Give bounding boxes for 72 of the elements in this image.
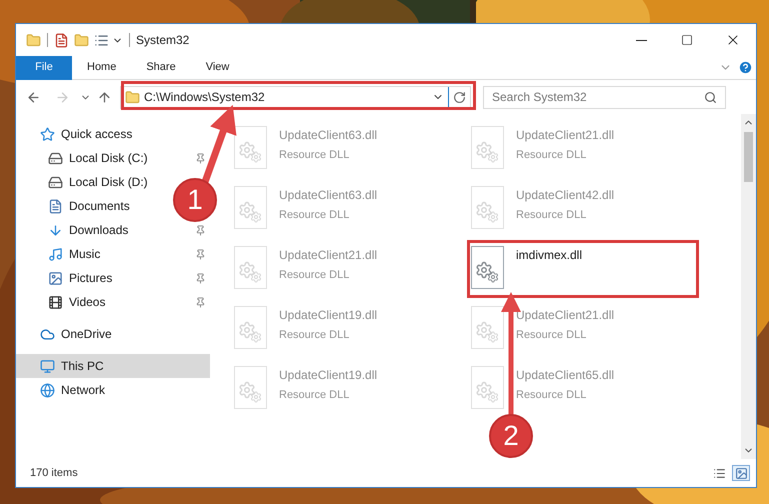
pin-icon[interactable] (195, 152, 206, 164)
document-icon (48, 198, 63, 214)
back-icon[interactable] (26, 90, 41, 104)
nav-item[interactable]: Local Disk (D:) (16, 170, 152, 194)
file-type: Resource DLL (516, 148, 588, 163)
file-type: Resource DLL (279, 268, 350, 283)
file-name[interactable]: imdivmex.dll (516, 246, 582, 264)
hard-drive-icon (48, 150, 63, 166)
dll-file-icon (471, 306, 504, 349)
file-type: Resource DLL (279, 328, 350, 343)
item-count: 170 items (30, 466, 78, 481)
details-icon (712, 466, 726, 480)
dll-file-icon (471, 366, 504, 409)
nav-item[interactable]: This PC (16, 354, 210, 378)
nav-item[interactable]: Videos (16, 290, 110, 314)
nav-item[interactable]: Quick access (16, 122, 136, 146)
dll-file-icon (234, 186, 267, 229)
file-type: Resource DLL (279, 208, 350, 223)
nav-item[interactable]: OneDrive (16, 322, 116, 346)
search-icon[interactable] (704, 90, 717, 104)
file-type: Resource DLL (279, 148, 350, 163)
properties-icon[interactable] (54, 32, 69, 48)
nav-item[interactable]: Downloads (16, 218, 132, 242)
scroll-thumb[interactable] (744, 132, 753, 182)
new-folder-icon[interactable] (74, 32, 89, 48)
music-note-icon (48, 246, 63, 262)
dll-file-icon (234, 306, 267, 349)
scrollbar[interactable] (741, 114, 756, 459)
nav-item[interactable]: Network (16, 378, 110, 402)
file-type: Resource DLL (516, 208, 588, 223)
file-type: Resource DLL (516, 388, 588, 403)
search-field[interactable]: Search System32 (484, 86, 704, 108)
large-icons-view-button[interactable] (732, 465, 750, 481)
ribbon-tab[interactable]: View (190, 56, 244, 80)
dll-file-icon (234, 246, 267, 289)
address-path: C:\Windows\System32 (144, 89, 265, 106)
file-type: Resource DLL (279, 388, 350, 403)
dll-file-icon (471, 186, 504, 229)
help-icon[interactable] (738, 60, 753, 75)
pin-icon[interactable] (195, 224, 206, 236)
pin-icon[interactable] (195, 248, 206, 260)
cloud-icon (40, 326, 55, 342)
ribbon-tab[interactable]: Share (131, 56, 191, 80)
window-title: System32 (136, 32, 190, 49)
dll-file-icon (234, 126, 267, 169)
search-box[interactable]: Search System32 (483, 86, 726, 108)
dll-file-icon (471, 246, 504, 289)
dll-file-icon (471, 126, 504, 169)
pin-icon[interactable] (195, 296, 206, 308)
down-arrow-icon (48, 222, 63, 238)
dll-file-icon (234, 366, 267, 409)
folder-icon (125, 90, 140, 104)
globe-icon (40, 382, 55, 398)
film-icon (48, 294, 63, 310)
star-icon (40, 126, 55, 142)
hard-drive-icon (48, 174, 63, 190)
image-icon (734, 466, 748, 480)
ribbon-tab[interactable]: Home (72, 56, 132, 80)
file-type: Resource DLL (516, 328, 588, 343)
image-icon (48, 270, 63, 286)
refresh-icon[interactable] (453, 90, 466, 104)
folder-icon[interactable] (26, 32, 41, 48)
nav-item[interactable]: Music (16, 242, 104, 266)
nav-item[interactable]: Pictures (16, 266, 116, 290)
nav-item[interactable]: Local Disk (C:) (16, 146, 152, 170)
file-tab[interactable]: File (16, 56, 72, 80)
nav-item[interactable]: Documents (16, 194, 134, 218)
pin-icon[interactable] (195, 272, 206, 284)
view-list-icon[interactable] (94, 32, 109, 48)
up-icon[interactable] (97, 90, 112, 104)
maximize-icon (681, 34, 693, 46)
monitor-icon (40, 358, 55, 374)
